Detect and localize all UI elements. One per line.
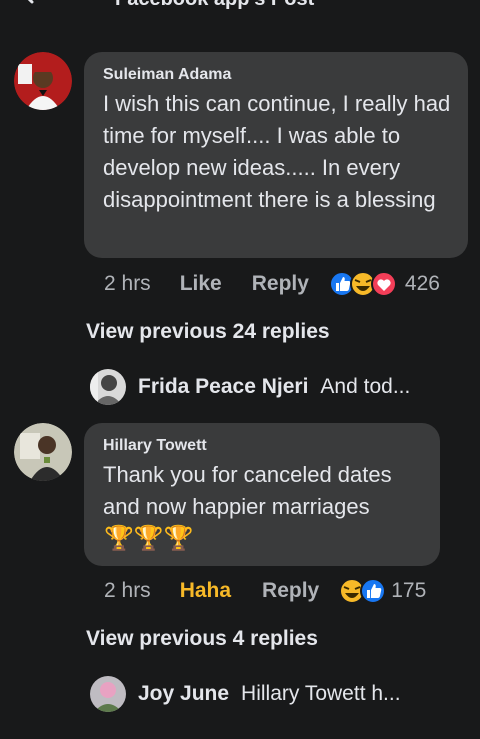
comment-time: 2 hrs [104,579,151,602]
view-previous-replies-link[interactable]: View previous 24 replies [86,320,330,344]
reaction-count: 175 [391,579,427,602]
reactions-summary[interactable] [328,270,399,298]
comment-author[interactable]: Hillary Towett [103,437,207,455]
comment-bubble: Hillary Towett Thank you for canceled da… [84,423,440,566]
top-bar: Facebook app's Post [0,0,480,22]
comment-bubble: Suleiman Adama I wish this can continue,… [84,52,468,258]
reply-author: Joy June [138,682,230,705]
haha-button[interactable]: Haha [180,579,231,603]
comment-actions: 2 hrs Haha Reply 175 [104,577,426,605]
like-icon [360,578,387,604]
reply-preview[interactable]: Joy June Hillary Towett h... [90,676,401,712]
avatar[interactable] [14,423,72,481]
love-icon [370,271,397,297]
trophy-emoji: 🏆🏆🏆 [104,525,194,552]
comment-text: I wish this can continue, I really had t… [103,91,451,212]
suleiman-avatar-image [14,52,72,110]
view-previous-replies-link[interactable]: View previous 4 replies [86,627,318,651]
reactions-summary[interactable] [339,577,387,605]
page-title: Facebook app's Post [115,0,314,11]
comment-time: 2 hrs [104,272,151,295]
reply-preview[interactable]: Frida Peace Njeri And tod... [90,369,410,405]
reply-button[interactable]: Reply [252,272,309,296]
back-arrow-icon[interactable] [18,0,52,10]
reply-snippet: Hillary Towett h... [241,682,401,705]
hillary-avatar-image [14,423,72,481]
avatar [90,369,126,405]
comment-author[interactable]: Suleiman Adama [103,66,231,84]
like-button[interactable]: Like [180,272,222,296]
reply-snippet: And tod... [320,375,411,398]
comment-text: Thank you for canceled dates and now hap… [103,462,392,519]
avatar[interactable] [14,52,72,110]
reaction-count: 426 [404,272,440,295]
comment-actions: 2 hrs Like Reply 426 [104,270,440,298]
reply-button[interactable]: Reply [262,579,319,603]
avatar [90,676,126,712]
reply-author: Frida Peace Njeri [138,375,309,398]
